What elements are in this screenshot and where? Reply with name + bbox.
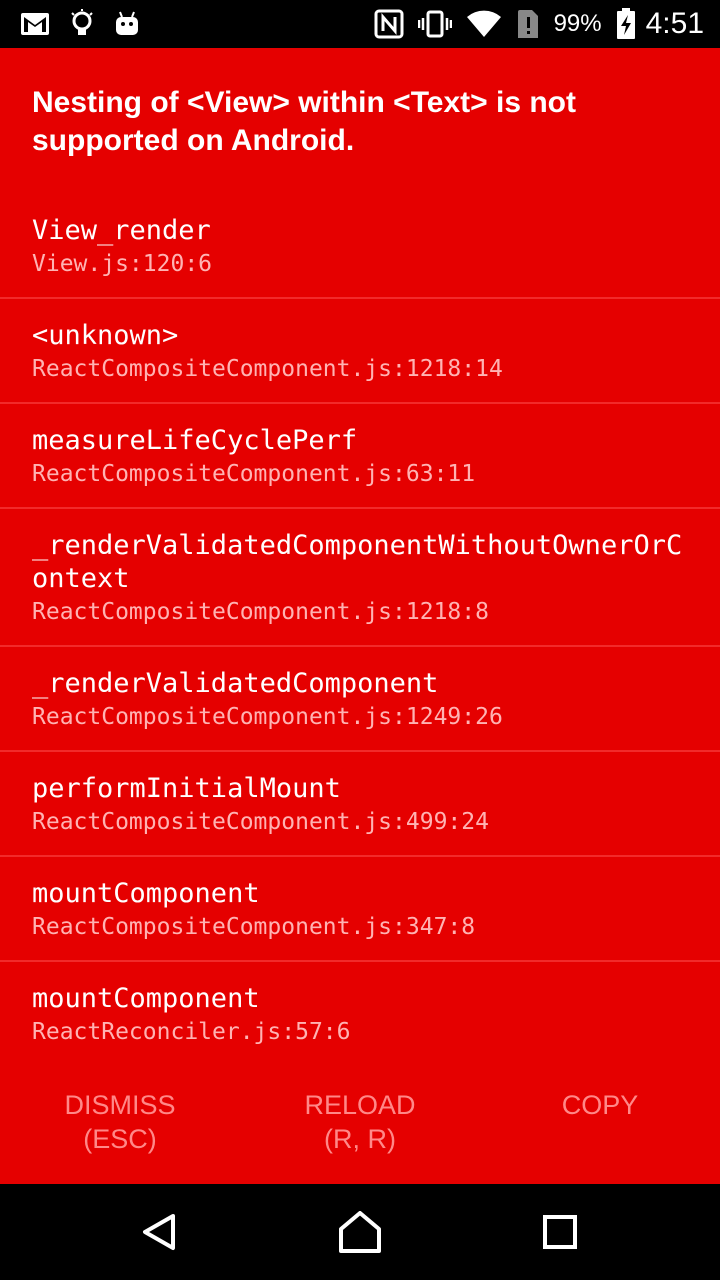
frame-location: ReactCompositeComponent.js:63:11 bbox=[32, 461, 476, 487]
redbox-buttons: DISMISS (ESC) RELOAD (R, R) COPY bbox=[0, 1088, 720, 1184]
frame-location: ReactCompositeComponent.js:1218:8 bbox=[32, 599, 489, 625]
stack-frame[interactable]: performInitialMount ReactCompositeCompon… bbox=[0, 752, 720, 857]
stack-trace: View_render View.js:120:6 <unknown> Reac… bbox=[0, 194, 720, 1065]
dismiss-button[interactable]: DISMISS (ESC) bbox=[0, 1088, 240, 1156]
frame-location: ReactCompositeComponent.js:1218:14 bbox=[32, 356, 503, 382]
wifi-icon bbox=[466, 9, 502, 39]
frame-function: mountComponent bbox=[32, 983, 260, 1014]
back-icon bbox=[140, 1212, 180, 1257]
lightbulb-icon bbox=[70, 9, 94, 39]
recents-icon bbox=[542, 1214, 578, 1255]
frame-function: performInitialMount bbox=[32, 773, 341, 804]
recents-button[interactable] bbox=[536, 1212, 584, 1256]
stack-frame[interactable]: View_render View.js:120:6 bbox=[0, 194, 720, 299]
stack-frame[interactable]: <unknown> ReactCompositeComponent.js:121… bbox=[0, 299, 720, 404]
copy-button[interactable]: COPY bbox=[480, 1088, 720, 1122]
frame-location: ReactCompositeComponent.js:347:8 bbox=[32, 914, 476, 940]
status-bar-notifications bbox=[20, 6, 140, 42]
gmail-icon bbox=[20, 12, 50, 36]
frame-function: _renderValidatedComponent bbox=[32, 668, 439, 699]
frame-location: ReactCompositeComponent.js:499:24 bbox=[32, 809, 489, 835]
frame-function: measureLifeCyclePerf bbox=[32, 425, 358, 456]
frame-function: _renderValidatedComponentWithoutOwnerOrC… bbox=[32, 530, 683, 594]
frame-function: <unknown> bbox=[32, 320, 179, 351]
navigation-bar bbox=[0, 1184, 720, 1280]
stack-frame[interactable]: mountComponent ReactCompositeComponent.j… bbox=[0, 857, 720, 962]
reload-button[interactable]: RELOAD (R, R) bbox=[240, 1088, 480, 1156]
back-button[interactable] bbox=[136, 1212, 184, 1256]
frame-location: ReactCompositeComponent.js:1249:26 bbox=[32, 704, 503, 730]
stack-frame[interactable]: _renderValidatedComponentWithoutOwnerOrC… bbox=[0, 509, 720, 647]
frame-location: ReactReconciler.js:57:6 bbox=[32, 1019, 351, 1045]
stack-frame[interactable]: _renderValidatedComponent ReactComposite… bbox=[0, 647, 720, 752]
status-bar: 99% 4:51 bbox=[0, 0, 720, 48]
copy-label: COPY bbox=[561, 1090, 639, 1120]
home-button[interactable] bbox=[336, 1210, 384, 1258]
redbox-error-screen: Nesting of <View> within <Text> is not s… bbox=[0, 48, 720, 1184]
clock: 4:51 bbox=[645, 7, 704, 40]
stack-frame[interactable]: mountComponent ReactReconciler.js:57:6 bbox=[0, 962, 720, 1065]
reload-shortcut: (R, R) bbox=[324, 1124, 396, 1154]
dismiss-shortcut: (ESC) bbox=[83, 1124, 157, 1154]
stack-frame[interactable]: measureLifeCyclePerf ReactCompositeCompo… bbox=[0, 404, 720, 509]
reload-label: RELOAD bbox=[304, 1090, 416, 1120]
android-robot-icon bbox=[114, 11, 140, 37]
sim-alert-icon bbox=[516, 8, 540, 40]
battery-percent: 99% bbox=[553, 10, 602, 37]
frame-location: View.js:120:6 bbox=[32, 251, 213, 277]
battery-charging-icon bbox=[616, 8, 636, 40]
frame-function: mountComponent bbox=[32, 878, 260, 909]
nfc-icon bbox=[374, 9, 404, 39]
dismiss-label: DISMISS bbox=[64, 1090, 176, 1120]
error-message: Nesting of <View> within <Text> is not s… bbox=[32, 86, 576, 157]
frame-function: View_render bbox=[32, 215, 211, 246]
vibrate-icon bbox=[417, 10, 452, 38]
status-bar-system: 99% 4:51 bbox=[374, 6, 704, 42]
home-icon bbox=[338, 1210, 382, 1258]
